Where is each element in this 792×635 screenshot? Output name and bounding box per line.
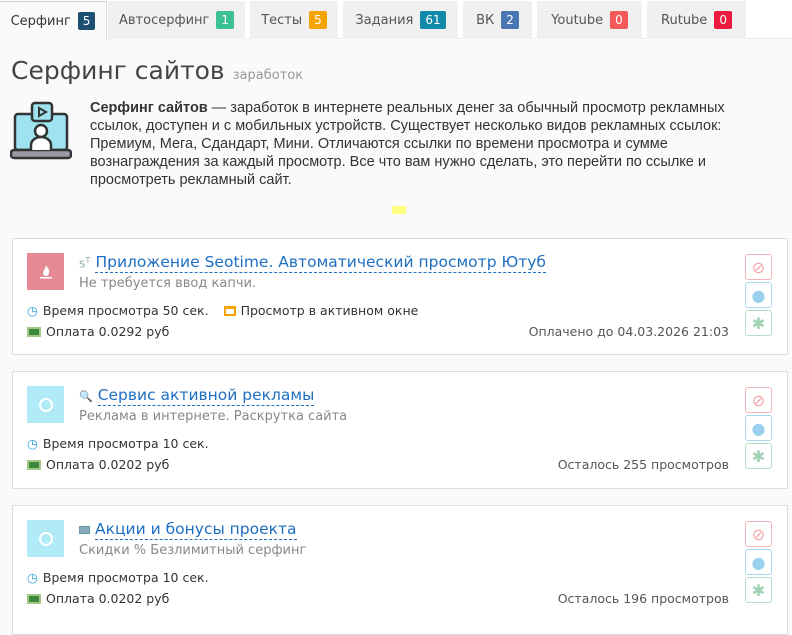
view-time-text: Время просмотра 50 сек. <box>42 303 209 318</box>
link-subtitle: Реклама в интернете. Раскрутка сайта <box>79 409 348 424</box>
money-icon <box>27 593 41 604</box>
advertiser-button[interactable]: ● <box>745 415 772 441</box>
link-subtitle: Скидки % Безлимитный серфинг <box>79 543 307 558</box>
user-icon: ● <box>751 418 766 438</box>
tab-count-badge: 5 <box>309 11 327 29</box>
link-status: Оплачено до 04.03.2026 21:03 <box>528 324 729 339</box>
tab-count-badge: 0 <box>714 11 732 29</box>
tab-vk[interactable]: ВК 2 <box>463 1 532 39</box>
yellow-marker <box>392 206 406 214</box>
tab-surfing[interactable]: Серфинг 5 <box>0 1 107 40</box>
circle-thumb-icon <box>27 386 64 423</box>
tab-label: Тесты <box>261 12 303 28</box>
view-time: ◷ Время просмотра 50 сек. Просмотр в актив… <box>27 303 418 318</box>
page-title: Серфинг сайтов заработок <box>11 56 303 85</box>
block-button[interactable]: ⊘ <box>745 254 772 280</box>
laptop-video-icon <box>10 101 72 160</box>
tab-tasks[interactable]: Задания 61 <box>343 1 458 39</box>
view-time: ◷ Время просмотра 10 сек. <box>27 436 209 451</box>
tab-count-badge: 0 <box>610 11 628 29</box>
view-time: ◷ Время просмотра 10 сек. <box>27 570 209 585</box>
report-bug-button[interactable]: ✱ <box>745 443 772 469</box>
ban-icon: ⊘ <box>751 524 766 544</box>
clock-icon: ◷ <box>27 303 38 318</box>
surf-link-card: ST Приложение Seotime. Автоматический про… <box>12 238 788 355</box>
tab-label: Задания <box>355 12 414 28</box>
seotime-icon: ST <box>79 255 91 271</box>
tab-label: Rutube <box>661 12 708 28</box>
block-button[interactable]: ⊘ <box>745 387 772 413</box>
link-title[interactable]: Сервис активной рекламы <box>97 386 315 406</box>
clock-icon: ◷ <box>27 436 38 451</box>
surf-link-card: 🔍 Сервис активной рекламы Реклама в интер… <box>12 371 788 489</box>
clock-icon: ◷ <box>27 570 38 585</box>
payment: Оплата 0.0292 руб <box>27 324 169 339</box>
tab-count-badge: 61 <box>420 11 446 29</box>
block-button[interactable]: ⊘ <box>745 521 772 547</box>
payment-text: Оплата 0.0202 руб <box>46 457 170 472</box>
payment-text: Оплата 0.0292 руб <box>46 324 170 339</box>
page-title-text: Серфинг сайтов <box>11 56 225 85</box>
tab-label: ВК <box>476 12 495 28</box>
advertiser-button[interactable]: ● <box>745 282 772 308</box>
tab-count-badge: 1 <box>216 11 234 29</box>
report-bug-button[interactable]: ✱ <box>745 310 772 336</box>
window-icon <box>223 305 236 316</box>
fire-thumb-icon <box>27 253 64 290</box>
intro-text: Серфинг сайтов — заработок в интернете р… <box>90 99 760 189</box>
tab-tests[interactable]: Тесты 5 <box>250 1 338 39</box>
link-title[interactable]: Акции и бонусы проекта <box>95 520 297 540</box>
page-subtitle: заработок <box>232 68 304 83</box>
bug-icon: ✱ <box>751 580 766 600</box>
link-status: Осталось 255 просмотров <box>557 457 729 472</box>
user-icon: ● <box>751 285 766 305</box>
view-time-text: Время просмотра 10 сек. <box>42 570 209 585</box>
tab-count-badge: 5 <box>77 12 96 30</box>
tab-autosurfing[interactable]: Автосерфинг 1 <box>108 1 245 39</box>
advertiser-button[interactable]: ● <box>745 549 772 575</box>
view-time-text: Время просмотра 10 сек. <box>42 436 209 451</box>
ban-icon: ⊘ <box>751 390 766 410</box>
tab-youtube[interactable]: Youtube 0 <box>537 1 642 39</box>
money-icon <box>27 326 41 337</box>
search-money-icon: 🔍 <box>79 389 93 403</box>
link-status: Осталось 196 просмотров <box>557 591 729 606</box>
surf-link-card: Акции и бонусы проекта Скидки % Безлимит… <box>12 505 788 635</box>
ban-icon: ⊘ <box>751 257 766 277</box>
tab-count-badge: 2 <box>501 11 519 29</box>
tab-bar: Серфинг 5 Автосерфинг 1 Тесты 5 Задания 61 В… <box>0 0 792 40</box>
tab-label: Youtube <box>551 12 604 28</box>
tab-rutube[interactable]: Rutube 0 <box>647 1 746 39</box>
circle-thumb-icon <box>27 520 64 557</box>
bug-icon: ✱ <box>751 446 766 466</box>
payment: Оплата 0.0202 руб <box>27 457 169 472</box>
bug-icon: ✱ <box>751 313 766 333</box>
payment: Оплата 0.0202 руб <box>27 591 169 606</box>
tab-label: Автосерфинг <box>118 12 210 28</box>
report-bug-button[interactable]: ✱ <box>745 577 772 603</box>
intro-bold: Серфинг сайтов <box>90 100 208 116</box>
money-icon <box>79 526 90 534</box>
link-subtitle: Не требуется ввод капчи. <box>79 276 257 291</box>
payment-text: Оплата 0.0202 руб <box>46 591 170 606</box>
tab-label: Серфинг <box>10 13 71 29</box>
link-title[interactable]: Приложение Seotime. Автоматический просм… <box>95 253 546 273</box>
money-icon <box>27 459 41 470</box>
user-icon: ● <box>751 552 766 572</box>
active-window-text: Просмотр в активном окне <box>240 303 419 318</box>
